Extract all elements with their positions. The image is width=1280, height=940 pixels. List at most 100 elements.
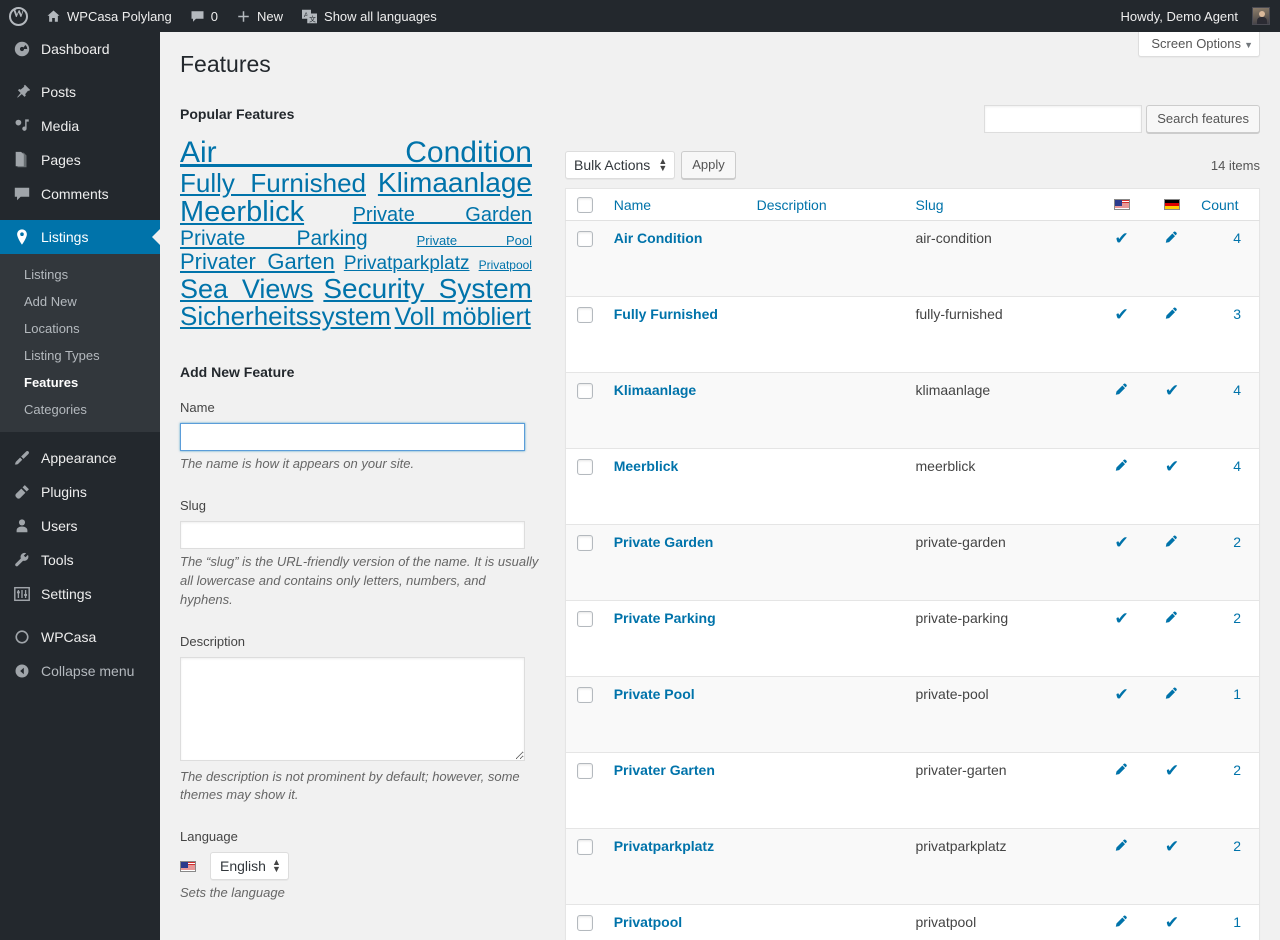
sidebar-item-appearance[interactable]: Appearance	[0, 441, 160, 475]
name-input[interactable]	[180, 423, 525, 451]
add-translation-pencil-icon[interactable]	[1164, 610, 1179, 628]
translation-done-icon[interactable]: ✔	[1115, 685, 1129, 704]
apply-button[interactable]: Apply	[681, 151, 736, 179]
feature-name-link[interactable]: Private Parking	[614, 610, 716, 626]
sidebar-item-dashboard[interactable]: Dashboard	[0, 32, 160, 66]
translation-done-icon[interactable]: ✔	[1115, 305, 1129, 324]
sidebar-item-pages[interactable]: Pages	[0, 143, 160, 177]
tag-meerblick[interactable]: Meerblick	[180, 196, 304, 228]
translation-done-icon[interactable]: ✔	[1165, 761, 1179, 780]
column-count[interactable]: Count	[1197, 189, 1259, 221]
tag-sicherheitssystem[interactable]: Sicherheitssystem	[180, 301, 391, 331]
feature-count-link[interactable]: 4	[1233, 230, 1241, 246]
select-all-checkbox[interactable]	[577, 197, 593, 213]
add-translation-pencil-icon[interactable]	[1114, 382, 1129, 400]
feature-name-link[interactable]: Meerblick	[614, 458, 679, 474]
tag-air-condition[interactable]: Air Condition	[180, 136, 532, 169]
feature-name-link[interactable]: Privatparkplatz	[614, 838, 714, 854]
sidebar-subitem-categories[interactable]: Categories	[0, 396, 160, 423]
collapse-menu-button[interactable]: Collapse menu	[0, 654, 160, 688]
feature-name-link[interactable]: Privatpool	[614, 914, 682, 930]
row-checkbox[interactable]	[577, 307, 593, 323]
wordpress-logo-button[interactable]	[0, 0, 37, 32]
sidebar-subitem-listings[interactable]: Listings	[0, 261, 160, 288]
feature-name-link[interactable]: Private Garden	[614, 534, 714, 550]
sidebar-item-posts[interactable]: Posts	[0, 75, 160, 109]
tag-security-system[interactable]: Security System	[323, 273, 532, 304]
sidebar-item-users[interactable]: Users	[0, 509, 160, 543]
tag-klimaanlage[interactable]: Klimaanlage	[378, 167, 532, 198]
site-name-button[interactable]: WPCasa Polylang	[37, 0, 181, 32]
tag-sea-views[interactable]: Sea Views	[180, 274, 313, 304]
feature-count-link[interactable]: 1	[1233, 914, 1241, 930]
translation-done-icon[interactable]: ✔	[1165, 381, 1179, 400]
search-input[interactable]	[984, 105, 1142, 133]
feature-count-link[interactable]: 1	[1233, 686, 1241, 702]
row-checkbox[interactable]	[577, 915, 593, 931]
translation-done-icon[interactable]: ✔	[1115, 229, 1129, 248]
sidebar-item-plugins[interactable]: Plugins	[0, 475, 160, 509]
tag-private-garden[interactable]: Private Garden	[353, 204, 532, 226]
add-translation-pencil-icon[interactable]	[1164, 306, 1179, 324]
column-name[interactable]: Name	[604, 189, 757, 221]
row-checkbox[interactable]	[577, 383, 593, 399]
sidebar-subitem-listing-types[interactable]: Listing Types	[0, 342, 160, 369]
column-slug[interactable]: Slug	[916, 189, 1097, 221]
translation-done-icon[interactable]: ✔	[1165, 913, 1179, 932]
feature-count-link[interactable]: 2	[1233, 762, 1241, 778]
sidebar-item-listings[interactable]: Listings	[0, 220, 160, 254]
translation-done-icon[interactable]: ✔	[1115, 609, 1129, 628]
sidebar-item-settings[interactable]: Settings	[0, 577, 160, 611]
sidebar-item-media[interactable]: Media	[0, 109, 160, 143]
row-checkbox[interactable]	[577, 763, 593, 779]
sidebar-subitem-locations[interactable]: Locations	[0, 315, 160, 342]
feature-count-link[interactable]: 3	[1233, 306, 1241, 322]
tag-privatpool[interactable]: Privatpool	[479, 258, 532, 272]
bulk-actions-select[interactable]: Bulk Actions ▲▼	[565, 151, 675, 179]
add-translation-pencil-icon[interactable]	[1114, 458, 1129, 476]
language-select[interactable]: English ▲▼	[210, 852, 289, 880]
feature-name-link[interactable]: Air Condition	[614, 230, 703, 246]
new-content-button[interactable]: New	[227, 0, 292, 32]
sidebar-subitem-features[interactable]: Features	[0, 369, 160, 396]
sidebar-item-wpcasa[interactable]: WPCasa	[0, 620, 160, 654]
tag-fully-furnished[interactable]: Fully Furnished	[180, 168, 366, 198]
feature-count-link[interactable]: 2	[1233, 534, 1241, 550]
add-translation-pencil-icon[interactable]	[1164, 230, 1179, 248]
tag-privatparkplatz[interactable]: Privatparkplatz	[344, 253, 470, 274]
sidebar-subitem-add-new[interactable]: Add New	[0, 288, 160, 315]
show-all-languages-button[interactable]: A 文 Show all languages	[292, 0, 446, 32]
row-checkbox[interactable]	[577, 839, 593, 855]
translation-done-icon[interactable]: ✔	[1165, 837, 1179, 856]
feature-count-link[interactable]: 2	[1233, 838, 1241, 854]
row-checkbox[interactable]	[577, 535, 593, 551]
tag-private-pool[interactable]: Private Pool	[417, 233, 532, 248]
feature-name-link[interactable]: Klimaanlage	[614, 382, 696, 398]
feature-count-link[interactable]: 2	[1233, 610, 1241, 626]
row-checkbox[interactable]	[577, 459, 593, 475]
sidebar-item-comments[interactable]: Comments	[0, 177, 160, 211]
add-translation-pencil-icon[interactable]	[1114, 838, 1129, 856]
column-language-en[interactable]	[1097, 189, 1147, 221]
feature-name-link[interactable]: Fully Furnished	[614, 306, 718, 322]
tag-voll-moebliert[interactable]: Voll möbliert	[395, 303, 531, 331]
search-features-button[interactable]: Search features	[1146, 105, 1260, 133]
column-description[interactable]: Description	[757, 189, 916, 221]
screen-options-button[interactable]: Screen Options ▼	[1138, 32, 1260, 57]
my-account-button[interactable]: Howdy, Demo Agent	[1111, 0, 1272, 32]
row-checkbox[interactable]	[577, 611, 593, 627]
feature-count-link[interactable]: 4	[1233, 458, 1241, 474]
row-checkbox[interactable]	[577, 231, 593, 247]
add-translation-pencil-icon[interactable]	[1164, 534, 1179, 552]
comments-button[interactable]: 0	[181, 0, 227, 32]
add-translation-pencil-icon[interactable]	[1114, 762, 1129, 780]
row-checkbox[interactable]	[577, 687, 593, 703]
tag-privater-garten[interactable]: Privater Garten	[180, 249, 335, 274]
feature-count-link[interactable]: 4	[1233, 382, 1241, 398]
feature-name-link[interactable]: Privater Garten	[614, 762, 715, 778]
translation-done-icon[interactable]: ✔	[1115, 533, 1129, 552]
sidebar-item-tools[interactable]: Tools	[0, 543, 160, 577]
add-translation-pencil-icon[interactable]	[1164, 686, 1179, 704]
feature-name-link[interactable]: Private Pool	[614, 686, 695, 702]
translation-done-icon[interactable]: ✔	[1165, 457, 1179, 476]
